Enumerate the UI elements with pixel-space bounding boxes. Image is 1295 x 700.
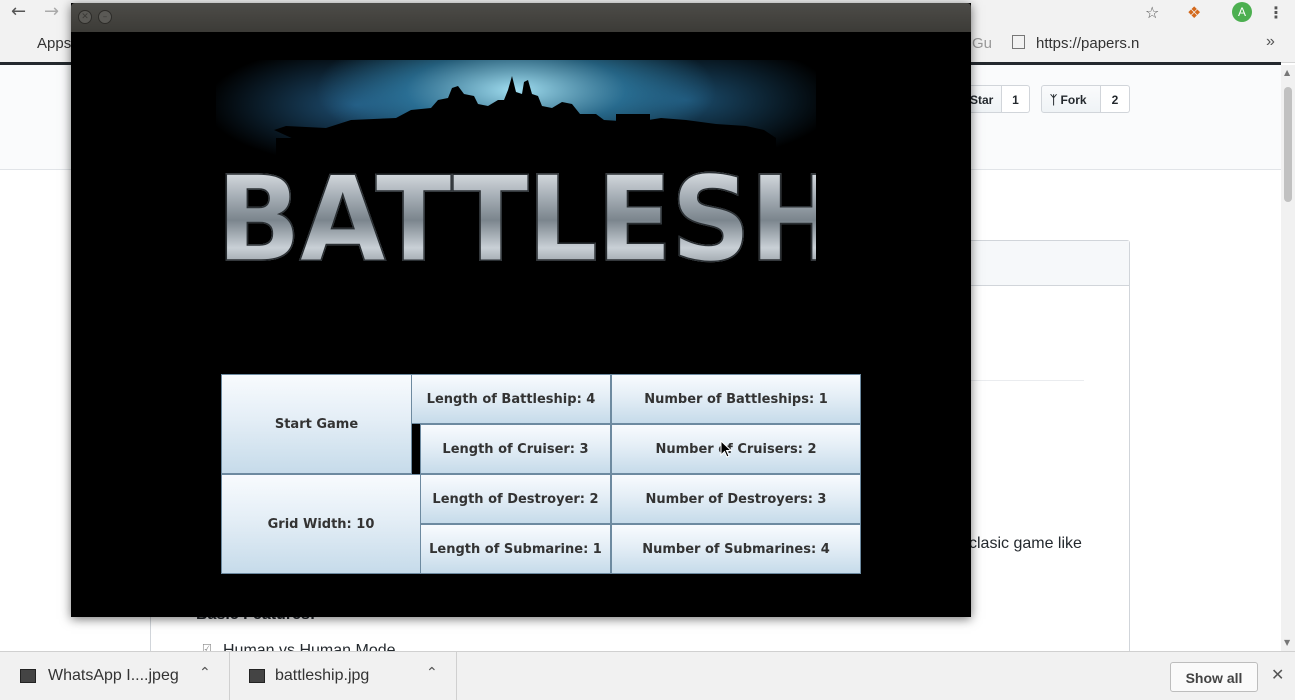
bookmark-truncated[interactable]: Gu <box>972 35 992 52</box>
battleship-logo-text: BATTLESHIP <box>216 156 816 284</box>
fork-button[interactable]: ᛉ Fork <box>1041 85 1101 113</box>
download-filename: WhatsApp I....jpeg <box>48 667 179 684</box>
readme-paragraph: clasic game like <box>969 535 1082 552</box>
game-window: ✕ – BATTLESHIP Start Game Grid Width: 10… <box>71 3 971 617</box>
avatar[interactable]: A <box>1232 2 1252 22</box>
fork-count[interactable]: 2 <box>1101 85 1130 113</box>
chevron-up-icon[interactable]: ⌃ <box>426 665 438 681</box>
bookmark-papers[interactable]: https://papers.n <box>1036 35 1139 52</box>
close-icon[interactable]: ✕ <box>1271 665 1284 684</box>
back-arrow-icon[interactable]: ← <box>11 2 26 22</box>
menu-icon[interactable]: ⋮ <box>1268 3 1284 22</box>
minimize-icon[interactable]: – <box>98 10 112 24</box>
close-icon[interactable]: ✕ <box>78 10 92 24</box>
bookmark-apps[interactable]: Apps <box>37 35 71 52</box>
window-titlebar[interactable]: ✕ – <box>71 3 971 32</box>
chevron-up-icon[interactable]: ⌃ <box>199 665 211 681</box>
chevron-right-icon[interactable]: » <box>1266 33 1275 51</box>
checkbox-icon: ☑ <box>202 643 212 651</box>
page-scrollbar[interactable]: ▲ ▼ <box>1281 65 1295 651</box>
forward-arrow-icon[interactable]: → <box>44 2 59 22</box>
battleship-length-button[interactable]: Length of Battleship: 4 <box>411 374 611 424</box>
submarine-count-button[interactable]: Number of Submarines: 4 <box>611 524 861 574</box>
scrollbar-thumb[interactable] <box>1284 87 1292 202</box>
start-game-button[interactable]: Start Game <box>221 374 412 474</box>
battleship-banner: BATTLESHIP <box>216 60 816 288</box>
star-button-label: Star <box>970 93 994 107</box>
scroll-down-icon[interactable]: ▼ <box>1284 638 1290 647</box>
grid-width-button[interactable]: Grid Width: 10 <box>221 474 421 574</box>
download-item[interactable]: battleship.jpg ⌃ <box>229 652 457 700</box>
extension-icon[interactable]: ❖ <box>1187 3 1201 22</box>
cruiser-count-button[interactable]: Number of Cruisers: 2 <box>611 424 861 474</box>
star-count[interactable]: 1 <box>1002 85 1030 113</box>
file-icon <box>20 669 36 683</box>
destroyer-length-button[interactable]: Length of Destroyer: 2 <box>420 474 611 524</box>
fork-button-label: Fork <box>1060 93 1087 107</box>
battleship-count-button[interactable]: Number of Battleships: 1 <box>611 374 861 424</box>
readme-list-item: Human vs Human Mode <box>223 642 396 651</box>
file-icon <box>249 669 265 683</box>
mouse-cursor-icon <box>720 440 732 458</box>
star-bookmark-icon[interactable]: ☆ <box>1145 3 1159 22</box>
downloads-bar: WhatsApp I....jpeg ⌃ battleship.jpg ⌃ Sh… <box>0 651 1295 700</box>
download-item[interactable]: WhatsApp I....jpeg ⌃ <box>0 652 230 700</box>
submarine-length-button[interactable]: Length of Submarine: 1 <box>420 524 611 574</box>
download-filename: battleship.jpg <box>275 667 370 684</box>
cruiser-length-button[interactable]: Length of Cruiser: 3 <box>420 424 611 474</box>
destroyer-count-button[interactable]: Number of Destroyers: 3 <box>611 474 861 524</box>
fork-icon: ᛉ <box>1050 93 1058 107</box>
show-all-button[interactable]: Show all <box>1170 662 1258 692</box>
page-icon <box>1012 35 1025 49</box>
scroll-up-icon[interactable]: ▲ <box>1284 68 1290 77</box>
